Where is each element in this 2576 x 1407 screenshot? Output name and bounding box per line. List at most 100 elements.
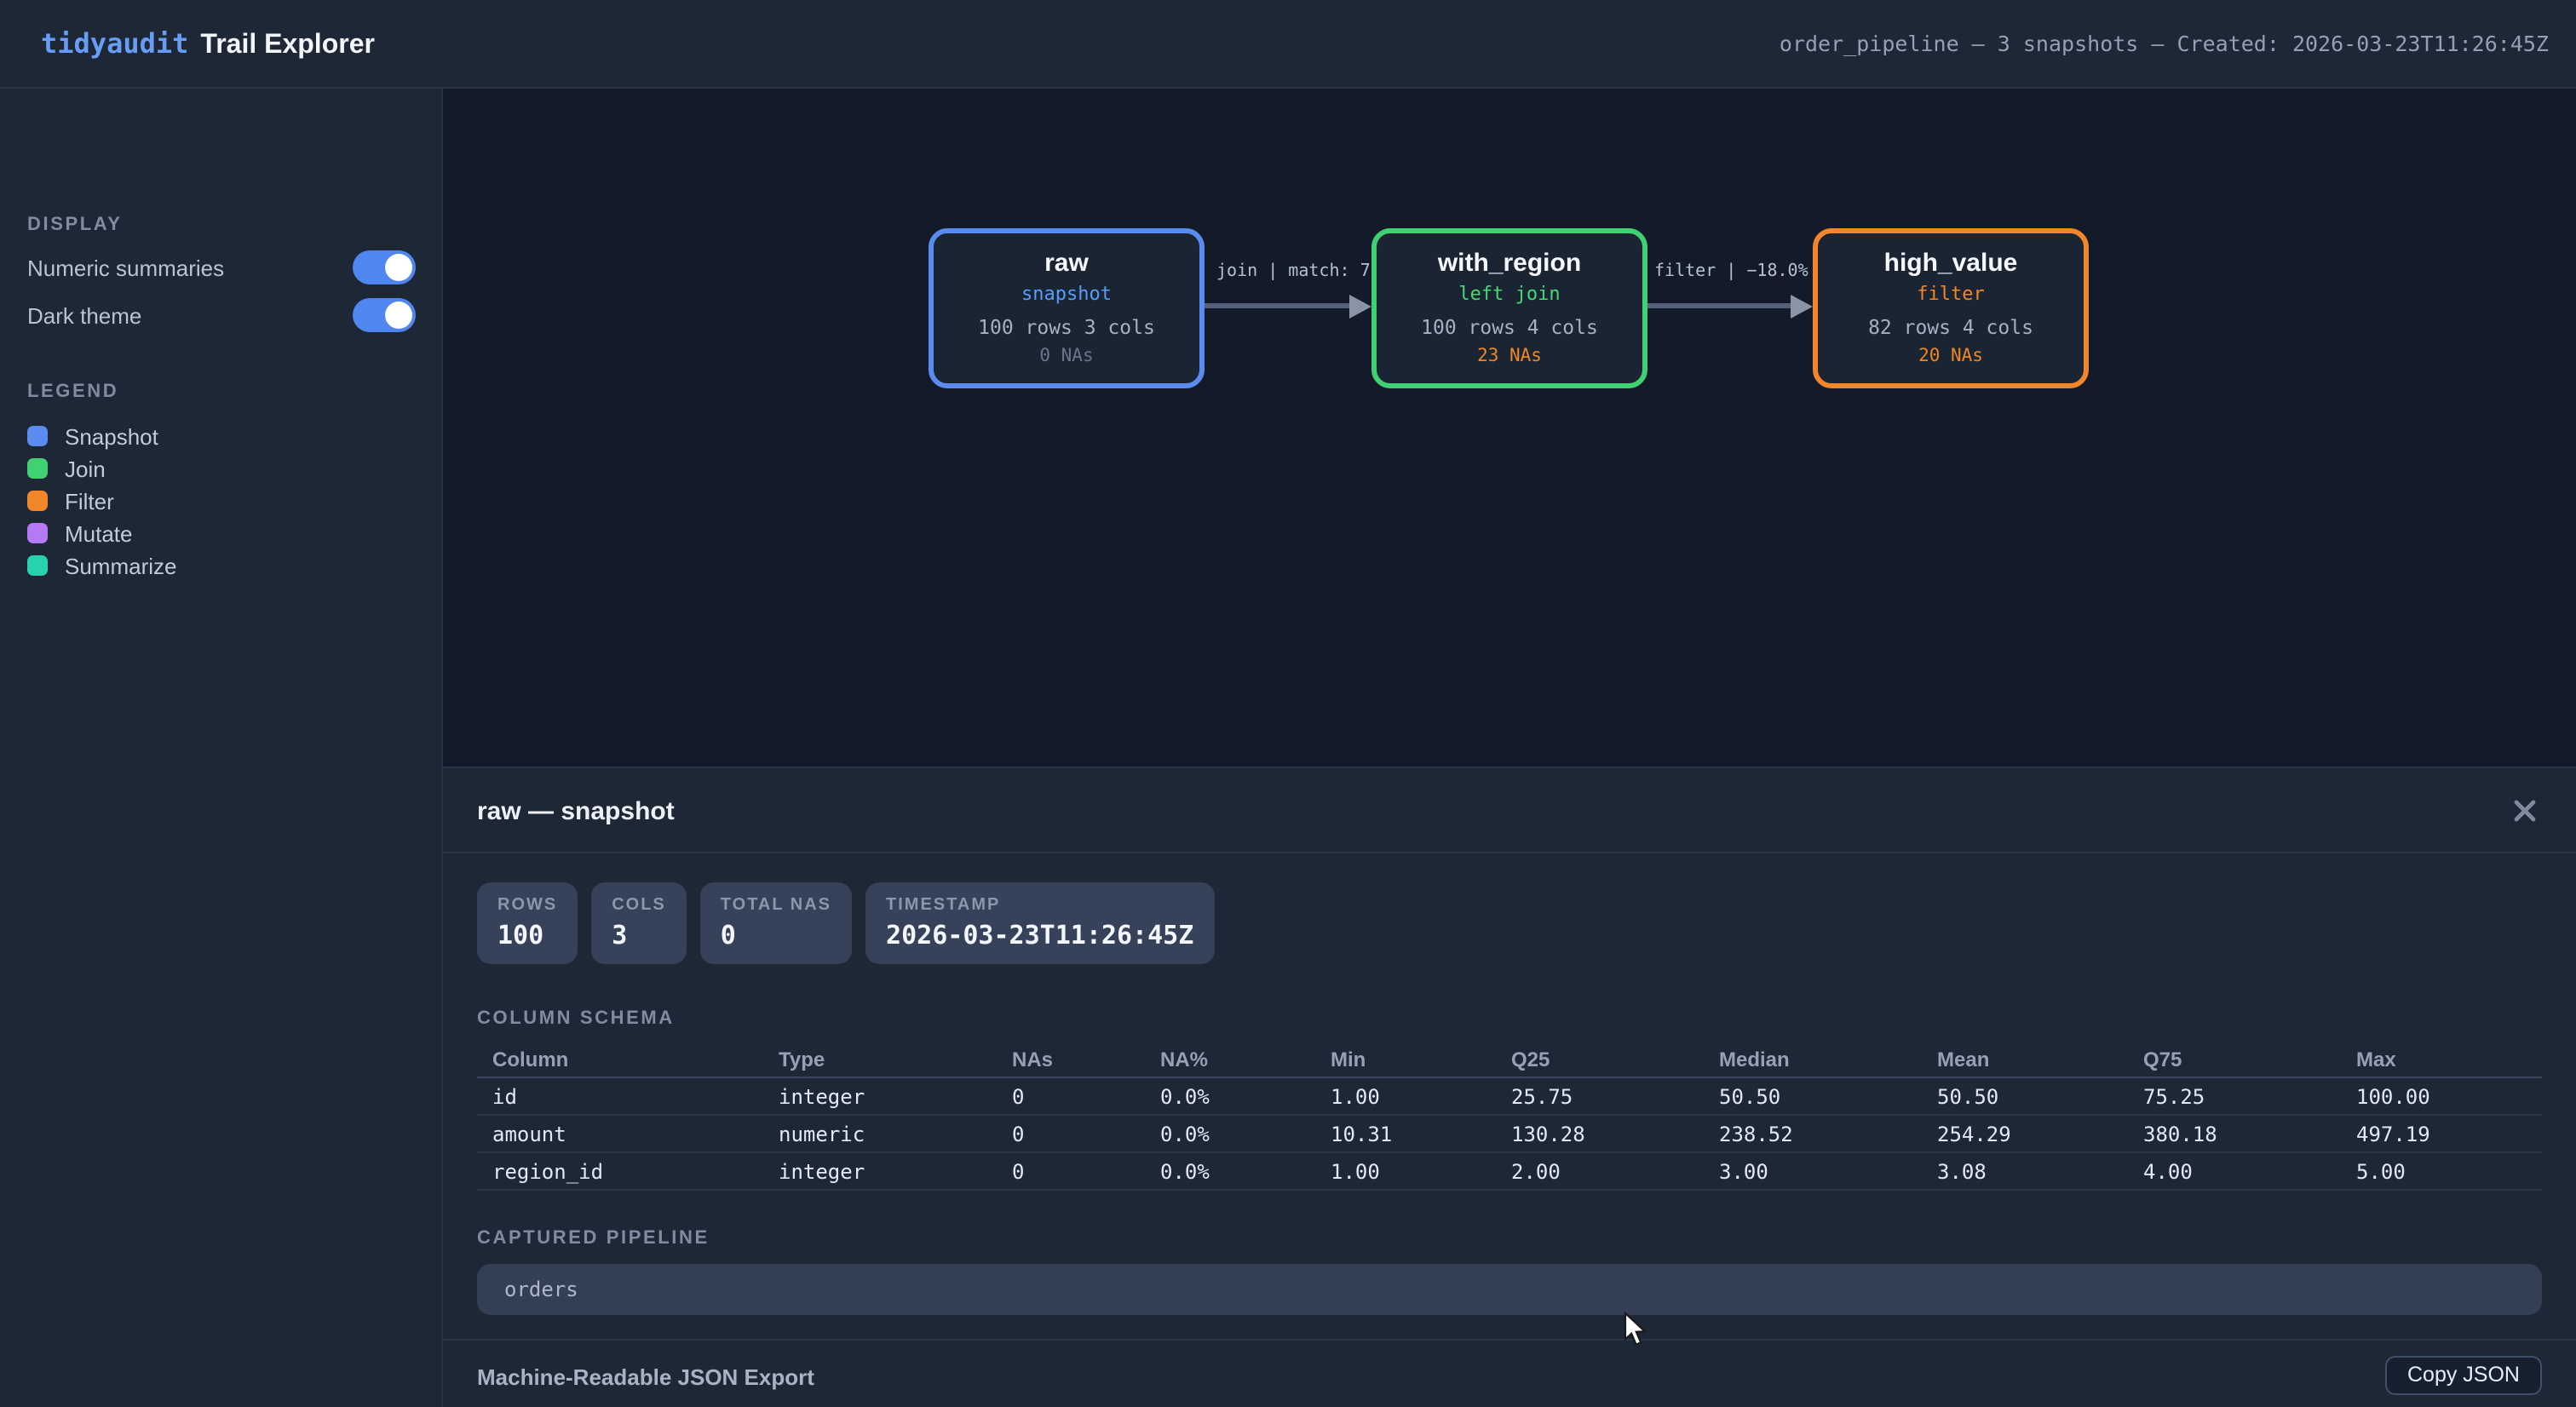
dark-theme-label: Dark theme bbox=[27, 302, 141, 328]
sidebar: DISPLAY Numeric summaries Dark theme LEG… bbox=[0, 89, 443, 1407]
node-dims: 82 rows 4 cols bbox=[1868, 317, 2033, 339]
app-root: tidyaudit Trail Explorer order_pipeline … bbox=[0, 0, 2576, 1407]
cell: region_id bbox=[477, 1159, 763, 1183]
legend-label: Summarize bbox=[65, 553, 177, 578]
edge-join-label[interactable]: join | match: 7 bbox=[1216, 262, 1373, 281]
mouse-cursor-icon bbox=[1624, 1312, 1649, 1356]
col-header: Median bbox=[1704, 1047, 1922, 1071]
stat-chip-cols: COLS 3 bbox=[591, 882, 687, 964]
summarize-swatch-icon bbox=[27, 555, 48, 576]
cell: 254.29 bbox=[1922, 1122, 2128, 1146]
table-row: id integer 0 0.0% 1.00 25.75 50.50 50.50… bbox=[477, 1078, 2542, 1116]
chip-value: 2026-03-23T11:26:45Z bbox=[886, 920, 1193, 950]
cell: integer bbox=[763, 1084, 997, 1108]
stat-chip-total-nas: TOTAL NAS 0 bbox=[700, 882, 852, 964]
cell: 1.00 bbox=[1315, 1159, 1496, 1183]
legend-item-filter: Filter bbox=[27, 489, 114, 513]
join-swatch-icon bbox=[27, 458, 48, 479]
export-label: Machine-Readable JSON Export bbox=[477, 1364, 814, 1390]
export-bar: Machine-Readable JSON Export Copy JSON bbox=[443, 1339, 2576, 1407]
cell: 4.00 bbox=[2128, 1159, 2341, 1183]
node-title: raw bbox=[1044, 250, 1089, 278]
col-header: NA% bbox=[1145, 1047, 1315, 1071]
legend-label: Mutate bbox=[65, 520, 133, 546]
cell: 100.00 bbox=[2341, 1084, 2542, 1108]
cell: 0 bbox=[997, 1159, 1145, 1183]
table-row: region_id integer 0 0.0% 1.00 2.00 3.00 … bbox=[477, 1153, 2542, 1191]
cell: 0 bbox=[997, 1122, 1145, 1146]
col-header: Column bbox=[477, 1047, 763, 1071]
cell: 0.0% bbox=[1145, 1122, 1315, 1146]
pipeline-code-block: orders bbox=[477, 1264, 2542, 1315]
legend-heading: LEGEND bbox=[27, 382, 118, 402]
cell: 50.50 bbox=[1922, 1084, 2128, 1108]
node-high-value[interactable]: high_value filter 82 rows 4 cols 20 NAs bbox=[1813, 228, 2089, 388]
col-header: Min bbox=[1315, 1047, 1496, 1071]
cell: 10.31 bbox=[1315, 1122, 1496, 1146]
schema-heading: COLUMN SCHEMA bbox=[477, 1008, 675, 1029]
col-header: Q25 bbox=[1496, 1047, 1704, 1071]
filter-swatch-icon bbox=[27, 491, 48, 511]
numeric-summaries-label: Numeric summaries bbox=[27, 255, 224, 280]
chip-label: ROWS bbox=[497, 896, 557, 915]
brand-logo: tidyaudit bbox=[41, 26, 188, 59]
node-raw[interactable]: raw snapshot 100 rows 3 cols 0 NAs bbox=[929, 228, 1205, 388]
cell: 25.75 bbox=[1496, 1084, 1704, 1108]
display-heading: DISPLAY bbox=[27, 215, 123, 235]
node-with-region[interactable]: with_region left join 100 rows 4 cols 23… bbox=[1371, 228, 1647, 388]
cell: 497.19 bbox=[2341, 1122, 2542, 1146]
cell: numeric bbox=[763, 1122, 997, 1146]
node-op: snapshot bbox=[1021, 284, 1112, 305]
pipeline-graph-canvas: join | match: 7 filter | −18.0% raw snap… bbox=[443, 89, 2576, 767]
chip-label: TOTAL NAS bbox=[721, 896, 831, 915]
table-row: amount numeric 0 0.0% 10.31 130.28 238.5… bbox=[477, 1116, 2542, 1153]
cell: amount bbox=[477, 1122, 763, 1146]
close-icon[interactable] bbox=[2511, 797, 2539, 824]
cell: 238.52 bbox=[1704, 1122, 1922, 1146]
brand-wrap: tidyaudit Trail Explorer bbox=[41, 26, 375, 60]
edge-join-line[interactable] bbox=[1205, 303, 1353, 308]
cell: 0 bbox=[997, 1084, 1145, 1108]
chip-value: 3 bbox=[612, 920, 666, 950]
node-dims: 100 rows 4 cols bbox=[1421, 317, 1598, 339]
numeric-summaries-toggle[interactable] bbox=[353, 250, 416, 284]
page-title: Trail Explorer bbox=[200, 30, 375, 60]
pipeline-heading: CAPTURED PIPELINE bbox=[477, 1228, 710, 1249]
cell: 1.00 bbox=[1315, 1084, 1496, 1108]
col-header: Mean bbox=[1922, 1047, 2128, 1071]
legend-item-mutate: Mutate bbox=[27, 521, 133, 545]
legend-label: Join bbox=[65, 456, 106, 481]
chip-value: 0 bbox=[721, 920, 831, 950]
col-header: Q75 bbox=[2128, 1047, 2341, 1071]
detail-panel: raw — snapshot ROWS 100 COLS 3 TOTAL NAS… bbox=[443, 767, 2576, 1407]
cell: 380.18 bbox=[2128, 1122, 2341, 1146]
cell: 75.25 bbox=[2128, 1084, 2341, 1108]
stat-chip-timestamp: TIMESTAMP 2026-03-23T11:26:45Z bbox=[865, 882, 1214, 964]
cell: 2.00 bbox=[1496, 1159, 1704, 1183]
toggle-knob bbox=[385, 254, 412, 281]
stat-chips: ROWS 100 COLS 3 TOTAL NAS 0 TIMESTAMP 20… bbox=[477, 882, 1214, 964]
cell: 130.28 bbox=[1496, 1122, 1704, 1146]
edge-filter-line[interactable] bbox=[1647, 303, 1792, 308]
stat-chip-rows: ROWS 100 bbox=[477, 882, 578, 964]
toggle-knob bbox=[385, 302, 412, 329]
edge-filter-arrowhead-icon bbox=[1791, 295, 1813, 319]
node-title: with_region bbox=[1438, 250, 1581, 278]
edge-filter-label[interactable]: filter | −18.0% bbox=[1654, 262, 1811, 281]
cell: integer bbox=[763, 1159, 997, 1183]
chip-label: COLS bbox=[612, 896, 666, 915]
node-op: filter bbox=[1917, 284, 1985, 305]
col-header: Max bbox=[2341, 1047, 2542, 1071]
legend-item-summarize: Summarize bbox=[27, 554, 177, 577]
copy-json-button[interactable]: Copy JSON bbox=[2385, 1356, 2542, 1395]
panel-titlebar: raw — snapshot bbox=[443, 768, 2576, 853]
dark-theme-toggle[interactable] bbox=[353, 298, 416, 332]
table-header-row: Column Type NAs NA% Min Q25 Median Mean … bbox=[477, 1041, 2542, 1078]
legend-item-join: Join bbox=[27, 457, 106, 480]
chip-label: TIMESTAMP bbox=[886, 896, 1193, 915]
legend-item-snapshot: Snapshot bbox=[27, 424, 158, 448]
cell: 0.0% bbox=[1145, 1159, 1315, 1183]
snapshot-swatch-icon bbox=[27, 426, 48, 446]
cell: 5.00 bbox=[2341, 1159, 2542, 1183]
chip-value: 100 bbox=[497, 920, 557, 950]
